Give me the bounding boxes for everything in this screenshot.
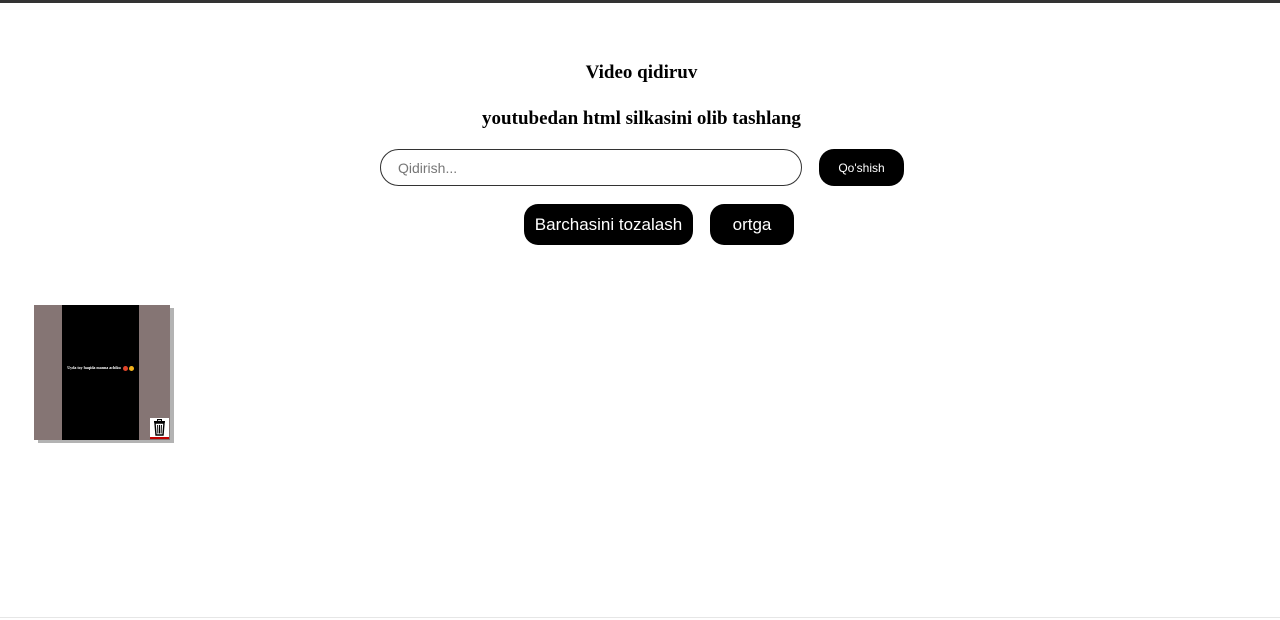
video-thumbnail[interactable]: Uyda toy haqida manna achiku bbox=[62, 305, 139, 440]
page-title: Video qidiruv bbox=[585, 62, 698, 83]
video-caption: Uyda toy haqida manna achiku bbox=[66, 365, 135, 371]
page-subtitle: youtubedan html silkasini olib tashlang bbox=[482, 108, 801, 129]
add-button[interactable]: Qo'shish bbox=[819, 149, 904, 186]
top-border bbox=[0, 0, 1280, 3]
trash-icon bbox=[154, 419, 165, 436]
delete-video-button[interactable] bbox=[150, 418, 169, 439]
video-caption-text: Uyda toy haqida manna achiku bbox=[67, 365, 121, 370]
video-card[interactable]: Uyda toy haqida manna achiku bbox=[34, 305, 170, 440]
back-button[interactable]: ortga bbox=[710, 204, 794, 245]
red-face-emoji-icon bbox=[122, 365, 128, 371]
yellow-face-emoji-icon bbox=[128, 365, 134, 371]
clear-all-button[interactable]: Barchasini tozalash bbox=[524, 204, 693, 245]
bottom-divider bbox=[0, 617, 1280, 618]
search-input[interactable] bbox=[380, 149, 802, 186]
